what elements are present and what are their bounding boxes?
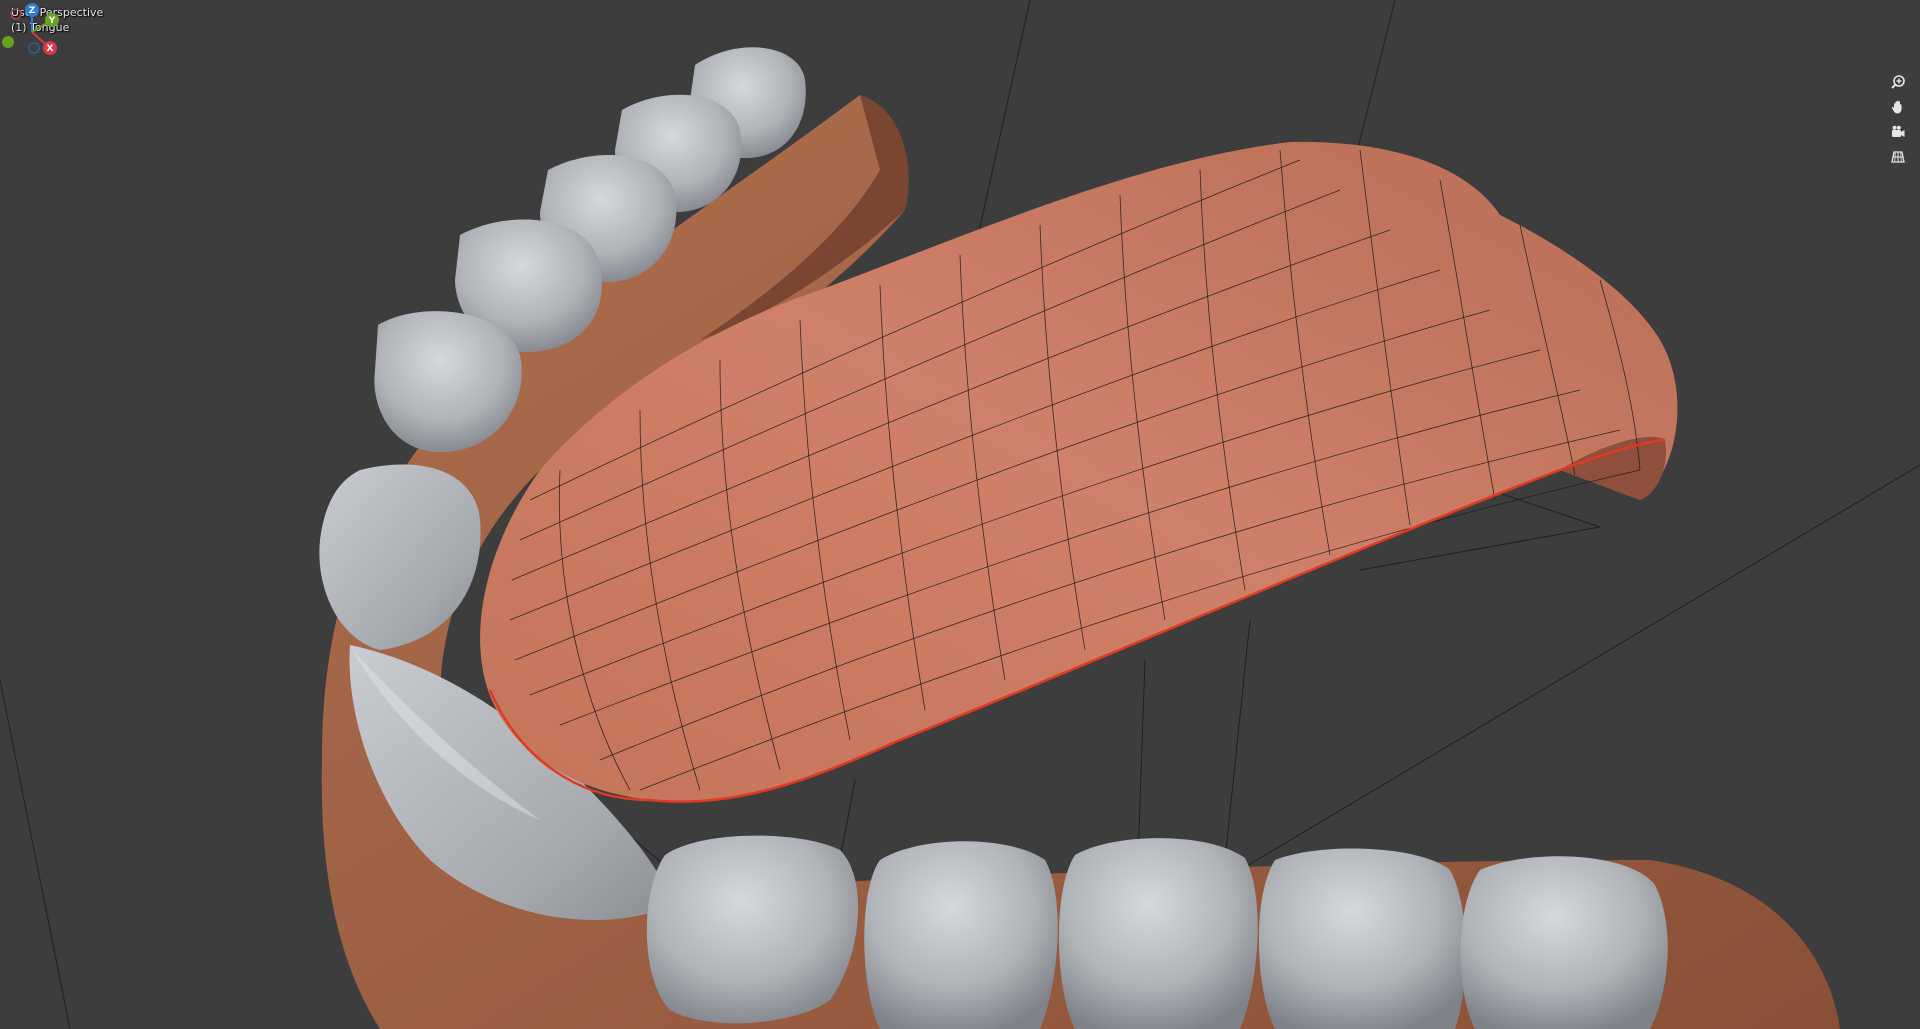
navigation-gizmo[interactable]: Z Y X bbox=[0, 0, 62, 62]
svg-text:X: X bbox=[47, 44, 54, 54]
zoom-icon bbox=[1891, 75, 1905, 89]
hand-icon bbox=[1891, 100, 1902, 114]
ortho-toggle-button[interactable] bbox=[1890, 149, 1914, 173]
zoom-button[interactable] bbox=[1890, 74, 1914, 98]
camera-view-button[interactable] bbox=[1890, 124, 1914, 148]
pan-button[interactable] bbox=[1890, 99, 1914, 123]
svg-text:Y: Y bbox=[48, 16, 56, 26]
3d-viewport[interactable]: User Perspective (1) Tongue Z Y X bbox=[0, 0, 1920, 1029]
front-teeth bbox=[646, 835, 1668, 1029]
viewport-scene bbox=[0, 0, 1920, 1029]
grid-icon bbox=[1891, 151, 1905, 163]
svg-text:Z: Z bbox=[29, 6, 36, 16]
camera-icon bbox=[1892, 125, 1905, 137]
